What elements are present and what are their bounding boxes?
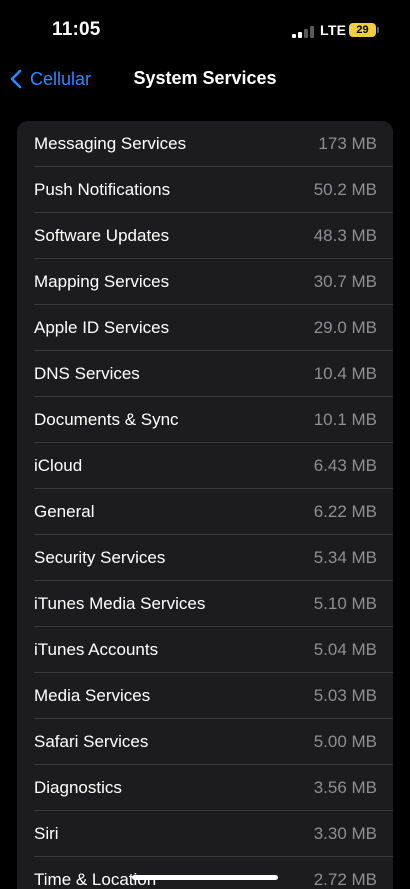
signal-bar xyxy=(298,32,302,38)
service-name: Security Services xyxy=(34,548,166,567)
service-usage: 2.72 MB xyxy=(313,870,377,889)
battery-level: 29 xyxy=(356,24,369,36)
service-name: Mapping Services xyxy=(34,272,170,291)
service-row[interactable]: Media Services 5.03 MB xyxy=(17,673,393,719)
status-bar: 11:05 LTE 29 xyxy=(0,0,410,60)
service-name: General xyxy=(34,502,95,521)
service-name: DNS Services xyxy=(34,364,140,383)
service-name: Media Services xyxy=(34,686,151,705)
service-row[interactable]: Diagnostics 3.56 MB xyxy=(17,765,393,811)
screen: 11:05 LTE 29 Cellular System Services Me… xyxy=(0,0,410,889)
service-row[interactable]: General 6.22 MB xyxy=(17,489,393,535)
service-name: iTunes Media Services xyxy=(34,594,206,613)
service-name: Push Notifications xyxy=(34,180,171,199)
service-name: Apple ID Services xyxy=(34,318,170,337)
service-row[interactable]: Push Notifications 50.2 MB xyxy=(17,167,393,213)
navigation-bar: Cellular System Services xyxy=(0,56,410,102)
service-name: Safari Services xyxy=(34,732,149,751)
system-services-list: Messaging Services 173 MB Push Notificatio… xyxy=(17,121,393,889)
service-usage: 10.4 MB xyxy=(313,364,377,383)
service-usage: 6.43 MB xyxy=(313,456,377,475)
service-row[interactable]: Safari Services 5.00 MB xyxy=(17,719,393,765)
service-name: Software Updates xyxy=(34,226,170,245)
service-usage: 3.30 MB xyxy=(313,824,377,843)
battery-cap xyxy=(377,27,379,33)
service-name: Documents & Sync xyxy=(34,410,179,429)
cellular-signal-icon xyxy=(292,26,314,38)
service-row[interactable]: Siri 3.30 MB xyxy=(17,811,393,857)
service-usage: 6.22 MB xyxy=(313,502,377,521)
service-row[interactable]: Software Updates 48.3 MB xyxy=(17,213,393,259)
page-title: System Services xyxy=(133,68,277,88)
service-usage: 50.2 MB xyxy=(313,180,377,199)
service-row[interactable]: Mapping Services 30.7 MB xyxy=(17,259,393,305)
battery-icon: 29 xyxy=(349,23,376,37)
service-usage: 5.04 MB xyxy=(313,640,377,659)
service-row[interactable]: Time & Location 2.72 MB xyxy=(17,857,393,889)
service-usage: 10.1 MB xyxy=(313,410,377,429)
service-usage: 48.3 MB xyxy=(313,226,377,245)
service-usage: 173 MB xyxy=(318,134,377,153)
service-name: Diagnostics xyxy=(34,778,122,797)
network-type-label: LTE xyxy=(320,22,347,38)
signal-bar xyxy=(310,26,314,38)
service-row[interactable]: iCloud 6.43 MB xyxy=(17,443,393,489)
signal-bar xyxy=(304,29,308,38)
service-row[interactable]: Apple ID Services 29.0 MB xyxy=(17,305,393,351)
service-usage: 5.34 MB xyxy=(313,548,377,567)
service-usage: 5.00 MB xyxy=(313,732,377,751)
service-row[interactable]: iTunes Accounts 5.04 MB xyxy=(17,627,393,673)
service-row[interactable]: Messaging Services 173 MB xyxy=(17,121,393,167)
service-name: Siri xyxy=(34,824,59,843)
service-row[interactable]: DNS Services 10.4 MB xyxy=(17,351,393,397)
service-usage: 5.10 MB xyxy=(313,594,377,613)
home-indicator[interactable] xyxy=(132,875,278,880)
signal-bar xyxy=(292,34,296,38)
service-usage: 3.56 MB xyxy=(313,778,377,797)
service-row[interactable]: iTunes Media Services 5.10 MB xyxy=(17,581,393,627)
service-usage: 29.0 MB xyxy=(313,318,377,337)
service-usage: 30.7 MB xyxy=(313,272,377,291)
service-name: Messaging Services xyxy=(34,134,187,153)
service-name: iCloud xyxy=(34,456,83,475)
service-row[interactable]: Security Services 5.34 MB xyxy=(17,535,393,581)
service-row[interactable]: Documents & Sync 10.1 MB xyxy=(17,397,393,443)
service-name: iTunes Accounts xyxy=(34,640,159,659)
status-time: 11:05 xyxy=(52,19,101,40)
service-usage: 5.03 MB xyxy=(313,686,377,705)
